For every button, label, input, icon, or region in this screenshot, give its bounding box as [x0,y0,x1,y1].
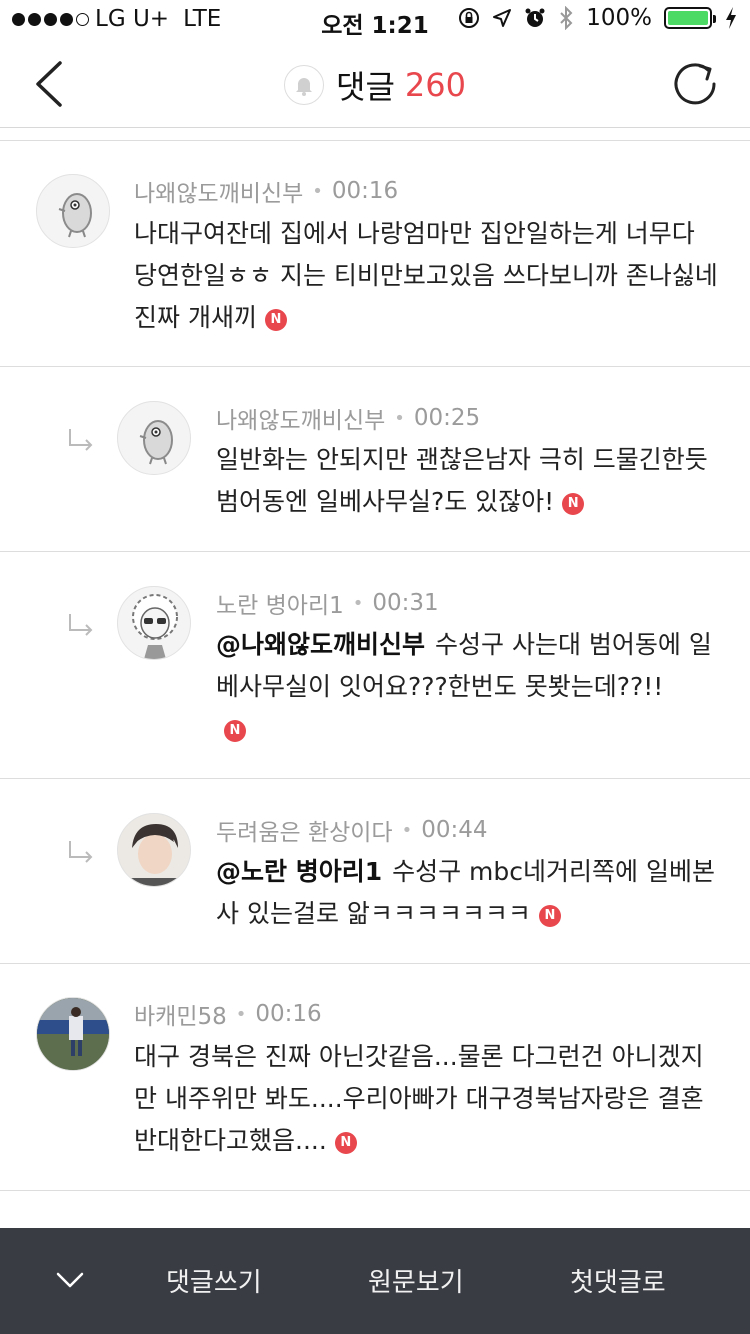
new-badge: N [264,309,287,331]
comment-meta: 나왜않도깨비신부 • 00:25 [216,401,480,435]
battery-icon [664,7,716,29]
new-badge: N [538,905,561,927]
refresh-icon[interactable] [672,58,720,110]
reply-arrow-icon [69,429,93,451]
reply-arrow-icon [69,614,93,636]
comment-author[interactable]: 두려움은 환상이다 [216,813,393,847]
comment-meta: 나왜않도깨비신부 • 00:16 [134,174,398,208]
page-title: 댓글 [336,68,395,106]
comment-time: 00:44 [421,817,488,843]
comment-author[interactable]: 노란 병아리1 [216,586,344,620]
ghost-character-avatar[interactable] [36,174,110,248]
view-original-button[interactable]: 원문보기 [368,1262,464,1299]
comment-item[interactable]: 노란 병아리1 • 00:31 @나왜않도깨비신부 수성구 사는대 범어동에 일베… [0,552,750,779]
status-right: 100% [458,5,738,31]
new-badge: N [562,493,585,515]
alarm-clock-icon [525,8,545,27]
curly-character-avatar[interactable] [117,586,191,660]
bluetooth-icon [560,6,573,30]
status-bar: LG U+ LTE 오전 1:21 100% [0,0,750,40]
write-comment-button[interactable]: 댓글쓰기 [166,1262,262,1299]
new-badge: N [224,720,246,742]
comment-author[interactable]: 나왜않도깨비신부 [134,174,303,208]
comment-time: 00:31 [372,590,439,616]
photo-avatar[interactable] [36,997,110,1071]
comment-time: 00:25 [413,405,481,431]
comment-time: 00:16 [255,1001,322,1027]
comment-text: 일반화는 안되지만 괜찮은남자 극히 드물긴한듯 범어동엔 일베사무실?도 있잖… [216,445,708,516]
rotation-lock-icon [459,8,480,28]
header: 댓글 260 [0,40,750,128]
comment-time: 00:16 [331,178,399,204]
charging-bolt-icon [726,7,736,29]
battery-percent: 100% [586,5,652,31]
comment-count: 260 [404,66,466,104]
notification-bell-icon[interactable] [284,65,325,105]
first-comment-button[interactable]: 첫댓글로 [570,1262,666,1299]
comment-item[interactable]: 나왜않도깨비신부 • 00:25 일반화는 안되지만 괜찮은남자 극히 드물긴한… [0,367,750,552]
mention-link[interactable]: @나왜않도깨비신부 [216,630,425,659]
comment-meta: 두려움은 환상이다 • 00:44 [216,813,488,847]
comment-body: @나왜않도깨비신부 수성구 사는대 범어동에 일베사무실이 잇어요???한번도 못… [216,624,720,750]
comment-body: 나대구여잔데 집에서 나랑엄마만 집안일하는게 너무다 당연한일ㅎㅎ 지는 티비… [134,213,720,339]
comment-text: 대구 경북은 진짜 아닌갓같음...물론 다그런건 아니겠지만 내주위만 봐도.… [134,1042,704,1155]
comment-body: 대구 경북은 진짜 아닌갓같음...물론 다그런건 아니겠지만 내주위만 봐도.… [134,1036,720,1162]
comment-meta: 노란 병아리1 • 00:31 [216,586,439,620]
comment-item[interactable]: 두려움은 환상이다 • 00:44 @노란 병아리1 수성구 mbc네거리쪽에 일… [0,779,750,964]
new-badge: N [334,1132,357,1154]
bottom-toolbar: 댓글쓰기 원문보기 첫댓글로 [0,1228,750,1334]
location-arrow-icon [493,9,512,27]
comment-author[interactable]: 나왜않도깨비신부 [216,401,385,435]
comment-author[interactable]: 바캐민58 [134,997,227,1031]
comment-meta: 바캐민58 • 00:16 [134,997,322,1031]
comment-item[interactable]: 나왜않도깨비신부 • 00:16 나대구여잔데 집에서 나랑엄마만 집안일하는게… [0,141,750,367]
header-title: 댓글 260 [0,62,750,108]
comment-text: 나대구여잔데 집에서 나랑엄마만 집안일하는게 너무다 당연한일ㅎㅎ 지는 티비… [134,219,718,332]
ghost-character-avatar[interactable] [117,401,191,475]
comment-body: 일반화는 안되지만 괜찮은남자 극히 드물긴한듯 범어동엔 일베사무실?도 있잖… [216,439,720,523]
reply-arrow-icon [69,841,93,863]
photo-avatar[interactable] [117,813,191,887]
comment-body: @노란 병아리1 수성구 mbc네거리쪽에 일베본사 있는걸로 앎ㅋㅋㅋㅋㅋㅋㅋ N [216,851,720,935]
mention-link[interactable]: @노란 병아리1 [216,857,382,886]
comment-item[interactable]: 바캐민58 • 00:16 대구 경북은 진짜 아닌갓같음...물론 다그런건 … [0,964,750,1191]
chevron-down-icon[interactable] [52,1266,88,1296]
